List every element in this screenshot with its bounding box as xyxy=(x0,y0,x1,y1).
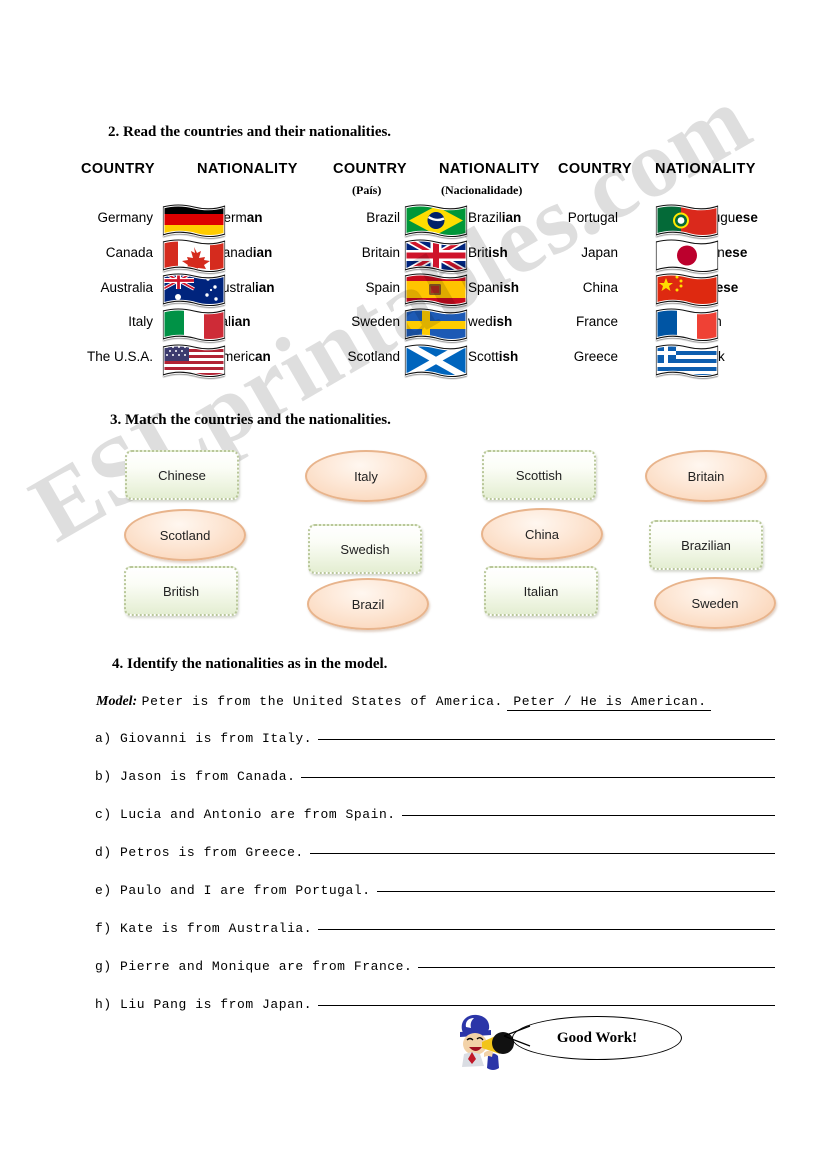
question-row: g) Pierre and Monique are from France. xyxy=(95,955,775,977)
answer-blank-line[interactable] xyxy=(309,841,775,854)
question-text: h) Liu Pang is from Japan. xyxy=(95,997,313,1012)
match-bubble-italy[interactable]: Italy xyxy=(305,450,427,502)
column-header-country-1: COUNTRY xyxy=(81,161,155,177)
model-example-row: Model: Peter is from the United States o… xyxy=(96,692,786,712)
column-header-country-3: COUNTRY xyxy=(558,161,632,177)
match-bubble-label: China xyxy=(525,526,559,542)
question-row: d) Petros is from Greece. xyxy=(95,841,775,863)
question-row: b) Jason is from Canada. xyxy=(95,765,775,787)
greece-flag xyxy=(656,343,718,378)
match-bubble-label: British xyxy=(162,583,200,599)
match-bubble-brazilian[interactable]: Brazilian xyxy=(649,520,763,570)
match-bubble-scotland[interactable]: Scotland xyxy=(124,509,246,561)
canada-flag xyxy=(163,238,225,273)
match-bubble-label: Sweden xyxy=(691,595,739,611)
question-row: a) Giovanni is from Italy. xyxy=(95,727,775,749)
good-work-graphic: Good Work! xyxy=(450,1008,690,1078)
answer-blank-line[interactable] xyxy=(401,803,775,816)
answer-blank-line[interactable] xyxy=(318,727,775,740)
match-bubble-label: Scottish xyxy=(515,467,563,483)
italy-flag xyxy=(163,307,225,342)
speech-tail-icon xyxy=(503,1025,531,1047)
answer-blank-line[interactable] xyxy=(318,993,775,1006)
answer-blank-line[interactable] xyxy=(376,879,775,892)
column-header-country-2: COUNTRY xyxy=(333,161,407,177)
country-label: Japan xyxy=(581,245,618,260)
country-label: Portugal xyxy=(567,210,618,225)
question-text: d) Petros is from Greece. xyxy=(95,845,304,860)
section-3-heading: 3. Match the countries and the nationali… xyxy=(110,412,391,428)
match-bubble-brazil[interactable]: Brazil xyxy=(307,578,429,630)
question-row: f) Kate is from Australia. xyxy=(95,917,775,939)
section-4-heading: 4. Identify the nationalities as in the … xyxy=(112,656,388,672)
match-bubble-label: Brazilian xyxy=(681,537,731,553)
question-text: c) Lucia and Antonio are from Spain. xyxy=(95,807,396,822)
answer-blank-line[interactable] xyxy=(318,917,775,930)
france-flag xyxy=(656,307,718,342)
match-bubble-label: Italy xyxy=(354,468,378,484)
answer-blank-line[interactable] xyxy=(301,765,775,778)
match-bubble-china[interactable]: China xyxy=(481,508,603,560)
column-header-nationality-1: NATIONALITY xyxy=(197,161,298,177)
question-text: g) Pierre and Monique are from France. xyxy=(95,959,413,974)
answer-blank-line[interactable] xyxy=(418,955,775,968)
match-bubble-britain[interactable]: Britain xyxy=(645,450,767,502)
column-header-nationality-3: NATIONALITY xyxy=(655,161,756,177)
match-bubble-label: Italian xyxy=(523,583,559,599)
brazil-flag xyxy=(405,203,467,238)
sublabel-nacionalidade: (Nacionalidade) xyxy=(441,183,523,197)
scotland-flag xyxy=(405,343,467,378)
britain-flag xyxy=(405,238,467,273)
question-text: e) Paulo and I are from Portugal. xyxy=(95,883,371,898)
china-flag xyxy=(656,272,718,307)
germany-flag xyxy=(163,203,225,238)
match-bubble-swedish[interactable]: Swedish xyxy=(308,524,422,574)
section-2-heading: 2. Read the countries and their national… xyxy=(108,124,392,140)
usa-flag xyxy=(163,343,225,378)
country-label: China xyxy=(582,280,618,295)
model-answer: Peter / He is American. xyxy=(507,694,711,711)
match-bubble-chinese[interactable]: Chinese xyxy=(125,450,239,500)
question-text: a) Giovanni is from Italy. xyxy=(95,731,313,746)
australia-flag xyxy=(163,272,225,307)
country-label: France xyxy=(575,314,618,329)
model-label: Model: xyxy=(96,694,138,709)
model-prompt: Peter is from the United States of Ameri… xyxy=(141,694,503,709)
spain-flag xyxy=(405,272,467,307)
match-bubble-italian[interactable]: Italian xyxy=(484,566,598,616)
match-bubble-label: Swedish xyxy=(340,541,390,557)
question-text: b) Jason is from Canada. xyxy=(95,769,296,784)
match-bubble-british[interactable]: British xyxy=(124,566,238,616)
good-work-text: Good Work! xyxy=(556,1029,638,1046)
country-label: Greece xyxy=(573,349,618,364)
question-text: f) Kate is from Australia. xyxy=(95,921,313,936)
match-bubble-label: Scotland xyxy=(159,527,211,543)
match-bubble-label: Chinese xyxy=(158,467,206,483)
question-row: e) Paulo and I are from Portugal. xyxy=(95,879,775,901)
sweden-flag xyxy=(405,307,467,342)
match-bubble-scottish[interactable]: Scottish xyxy=(482,450,596,500)
good-work-bubble: Good Work! xyxy=(512,1016,682,1060)
japan-flag xyxy=(656,238,718,273)
sublabel-pais: (País) xyxy=(352,183,382,197)
column-header-nationality-2: NATIONALITY xyxy=(439,161,540,177)
question-row: c) Lucia and Antonio are from Spain. xyxy=(95,803,775,825)
worksheet-page: ESLprintables.com 2. Read the countries … xyxy=(0,0,821,1169)
portugal-flag xyxy=(656,203,718,238)
match-bubble-label: Britain xyxy=(687,468,725,484)
match-bubble-sweden[interactable]: Sweden xyxy=(654,577,776,629)
match-bubble-label: Brazil xyxy=(351,596,385,612)
